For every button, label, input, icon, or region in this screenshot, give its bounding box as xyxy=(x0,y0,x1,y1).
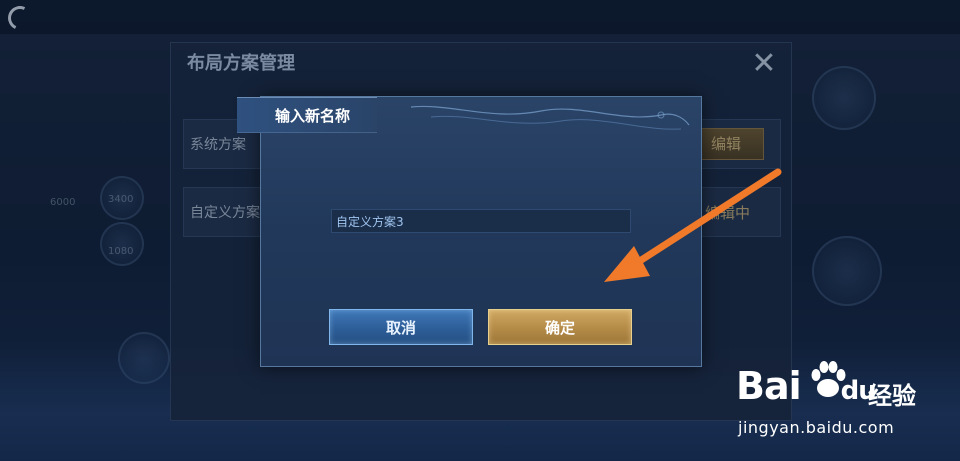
watermark-url: jingyan.baidu.com xyxy=(738,418,895,437)
baidu-jingyan-watermark: Bai du 经验 jingyan.baidu.com xyxy=(736,358,946,448)
paw-logo-icon xyxy=(811,361,846,397)
watermark-chinese: 经验 xyxy=(868,382,916,410)
